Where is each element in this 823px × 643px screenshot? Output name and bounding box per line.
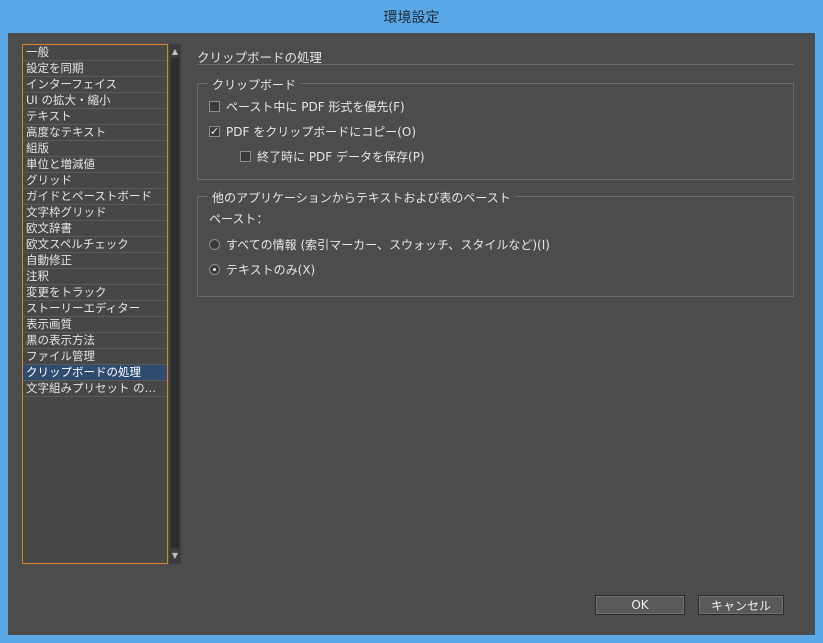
sidebar-item[interactable]: ガイドとペーストボード: [23, 189, 167, 205]
paste-group-legend: 他のアプリケーションからテキストおよび表のペースト: [208, 189, 515, 206]
all-info-radio[interactable]: [209, 239, 220, 250]
sidebar-item[interactable]: 文字組みプリセット の…: [23, 381, 167, 397]
prefer-pdf-option[interactable]: ペースト中に PDF 形式を優先(F): [209, 98, 405, 115]
scroll-up-icon[interactable]: ▲: [169, 46, 181, 58]
copy-pdf-option[interactable]: ✓ PDF をクリップボードにコピー(O): [209, 123, 416, 140]
sidebar-item[interactable]: ファイル管理: [23, 349, 167, 365]
check-icon: ✓: [209, 125, 220, 138]
sidebar-item[interactable]: 注釈: [23, 269, 167, 285]
sidebar-item[interactable]: 変更をトラック: [23, 285, 167, 301]
all-info-label: すべての情報 (索引マーカー、スウォッチ、スタイルなど)(I): [226, 238, 550, 252]
paste-label: ペースト：: [209, 212, 269, 226]
category-scrollbar[interactable]: ▲ ▼: [169, 44, 181, 564]
cancel-button[interactable]: キャンセル: [698, 595, 784, 615]
preserve-pdf-checkbox[interactable]: [240, 151, 251, 162]
sidebar-item[interactable]: 文字枠グリッド: [23, 205, 167, 221]
scroll-down-icon[interactable]: ▼: [169, 550, 181, 562]
sidebar-item[interactable]: インターフェイス: [23, 77, 167, 93]
ok-button[interactable]: OK: [595, 595, 685, 615]
copy-pdf-checkbox[interactable]: ✓: [209, 126, 220, 137]
scroll-thumb[interactable]: [171, 58, 179, 548]
preserve-pdf-label: 終了時に PDF データを保存(P): [257, 150, 425, 164]
copy-pdf-label: PDF をクリップボードにコピー(O): [226, 125, 417, 139]
sidebar-item[interactable]: テキスト: [23, 109, 167, 125]
prefer-pdf-label: ペースト中に PDF 形式を優先(F): [226, 100, 405, 114]
text-only-radio[interactable]: [209, 264, 220, 275]
sidebar-item[interactable]: ストーリーエディター: [23, 301, 167, 317]
paste-group: 他のアプリケーションからテキストおよび表のペースト ペースト： すべての情報 (…: [197, 189, 794, 297]
window-title: 環境設定: [383, 9, 440, 26]
sidebar-item[interactable]: 一般: [23, 45, 167, 61]
preferences-window: 環境設定 一般 設定を同期 インターフェイス UI の拡大・縮小 テキスト 高度なテキスト…: [0, 0, 823, 643]
sidebar-item[interactable]: 組版: [23, 141, 167, 157]
sidebar-item[interactable]: 単位と増減値: [23, 157, 167, 173]
text-only-label: テキストのみ(X): [226, 263, 316, 277]
prefer-pdf-checkbox[interactable]: [209, 101, 220, 112]
sidebar-item[interactable]: 高度なテキスト: [23, 125, 167, 141]
text-only-option[interactable]: テキストのみ(X): [209, 261, 315, 278]
clipboard-group: クリップボード ペースト中に PDF 形式を優先(F) ✓ PDF をクリップボ…: [197, 76, 794, 180]
dialog-body: 一般 設定を同期 インターフェイス UI の拡大・縮小 テキスト 高度なテキスト 組版 単位と…: [8, 33, 815, 635]
clipboard-group-legend: クリップボード: [208, 76, 301, 93]
sidebar-item[interactable]: 表示画質: [23, 317, 167, 333]
category-list[interactable]: 一般 設定を同期 インターフェイス UI の拡大・縮小 テキスト 高度なテキスト 組版 単位と…: [22, 44, 168, 564]
sidebar-item[interactable]: 自動修正: [23, 253, 167, 269]
sidebar-item[interactable]: 黒の表示方法: [23, 333, 167, 349]
sidebar-item[interactable]: 設定を同期: [23, 61, 167, 77]
sidebar-item[interactable]: 欧文スペルチェック: [23, 237, 167, 253]
sidebar-item[interactable]: グリッド: [23, 173, 167, 189]
preserve-pdf-option[interactable]: 終了時に PDF データを保存(P): [240, 148, 425, 165]
sidebar-item[interactable]: 欧文辞書: [23, 221, 167, 237]
sidebar-item[interactable]: クリップボードの処理: [23, 365, 167, 381]
panel-divider: [197, 64, 794, 65]
sidebar-item[interactable]: UI の拡大・縮小: [23, 93, 167, 109]
all-info-option[interactable]: すべての情報 (索引マーカー、スウォッチ、スタイルなど)(I): [209, 236, 550, 253]
